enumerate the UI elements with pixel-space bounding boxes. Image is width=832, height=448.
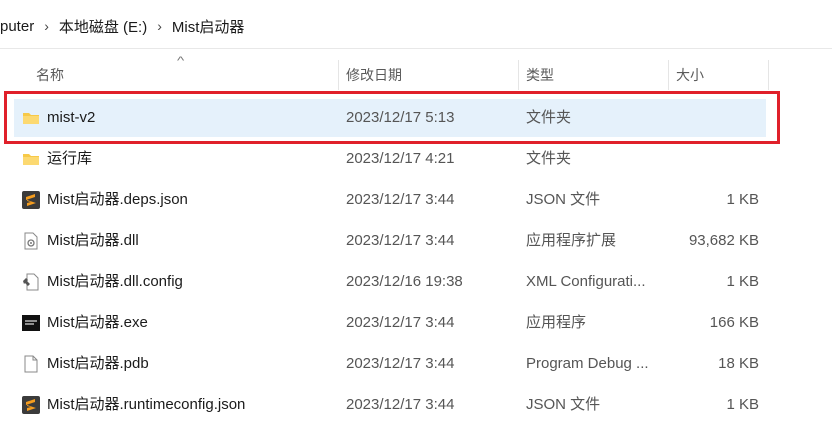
breadcrumb-item-drive[interactable]: 本地磁盘 (E:)	[53, 16, 153, 37]
blank-file-icon	[22, 355, 40, 373]
column-divider[interactable]	[338, 60, 339, 90]
file-name: Mist启动器.runtimeconfig.json	[47, 396, 246, 413]
file-date: 2023/12/17 3:44	[346, 232, 455, 249]
file-name: Mist启动器.dll	[47, 232, 139, 249]
column-divider[interactable]	[768, 60, 769, 90]
file-size: 166 KB	[709, 314, 759, 331]
file-type: 应用程序	[526, 314, 587, 331]
file-size: 1 KB	[726, 191, 759, 208]
file-name: 运行库	[47, 150, 93, 167]
file-date: 2023/12/16 19:38	[346, 273, 463, 290]
file-row[interactable]: Mist启动器.dll.config 2023/12/16 19:38 XML …	[14, 263, 766, 301]
file-size	[654, 140, 759, 178]
file-explorer: puter › 本地磁盘 (E:) › Mist启动器 ^ 名称 修改日期 类型…	[0, 0, 832, 448]
config-file-icon	[22, 273, 40, 291]
sublime-file-icon	[22, 396, 40, 414]
file-row[interactable]: Mist启动器.dll 2023/12/17 3:44 应用程序扩展 93,68…	[14, 222, 766, 260]
file-type: JSON 文件	[526, 191, 601, 208]
file-name: Mist启动器.exe	[47, 314, 148, 331]
chevron-right-icon[interactable]: ›	[153, 18, 166, 34]
file-type: XML Configurati...	[526, 273, 646, 290]
file-size: 1 KB	[726, 396, 759, 413]
file-row[interactable]: Mist启动器.pdb 2023/12/17 3:44 Program Debu…	[14, 345, 766, 383]
column-header-date[interactable]: 修改日期	[346, 58, 518, 92]
file-name: Mist启动器.deps.json	[47, 191, 188, 208]
sublime-file-icon	[22, 191, 40, 209]
breadcrumb-item-folder[interactable]: Mist启动器	[166, 16, 251, 37]
column-header-type[interactable]: 类型	[526, 58, 668, 92]
file-size: 93,682 KB	[688, 232, 759, 249]
file-row[interactable]: 运行库 2023/12/17 4:21 文件夹	[14, 140, 766, 178]
column-header-size[interactable]: 大小	[676, 58, 768, 92]
file-size: 18 KB	[718, 355, 759, 372]
file-row[interactable]: Mist启动器.deps.json 2023/12/17 3:44 JSON 文…	[14, 181, 766, 219]
breadcrumb-divider	[0, 48, 832, 49]
file-date: 2023/12/17 5:13	[346, 109, 455, 126]
file-row[interactable]: mist-v2 2023/12/17 5:13 文件夹	[14, 99, 766, 137]
file-name: mist-v2	[47, 109, 96, 126]
file-size	[654, 99, 759, 137]
file-date: 2023/12/17 3:44	[346, 396, 455, 413]
folder-icon	[22, 150, 40, 168]
file-date: 2023/12/17 3:44	[346, 191, 455, 208]
file-type: Program Debug ...	[526, 355, 649, 372]
file-date: 2023/12/17 3:44	[346, 355, 455, 372]
breadcrumb-item-computer[interactable]: puter	[0, 18, 40, 35]
folder-icon	[22, 109, 40, 127]
file-type: 应用程序扩展	[526, 232, 617, 249]
column-divider[interactable]	[518, 60, 519, 90]
file-size: 1 KB	[726, 273, 759, 290]
file-row[interactable]: Mist启动器.runtimeconfig.json 2023/12/17 3:…	[14, 386, 766, 424]
column-header-row: ^ 名称 修改日期 类型 大小	[0, 55, 832, 92]
breadcrumb: puter › 本地磁盘 (E:) › Mist启动器	[0, 4, 832, 48]
file-type: JSON 文件	[526, 396, 601, 413]
dll-file-icon	[22, 232, 40, 250]
file-name: Mist启动器.dll.config	[47, 273, 183, 290]
file-row[interactable]: Mist启动器.exe 2023/12/17 3:44 应用程序 166 KB	[14, 304, 766, 342]
file-type: 文件夹	[526, 109, 572, 126]
column-header-name[interactable]: 名称	[36, 58, 338, 92]
column-divider[interactable]	[668, 60, 669, 90]
exe-app-icon	[22, 314, 40, 332]
chevron-right-icon[interactable]: ›	[40, 18, 53, 34]
file-name: Mist启动器.pdb	[47, 355, 149, 372]
file-date: 2023/12/17 3:44	[346, 314, 455, 331]
file-type: 文件夹	[526, 150, 572, 167]
file-date: 2023/12/17 4:21	[346, 150, 455, 167]
